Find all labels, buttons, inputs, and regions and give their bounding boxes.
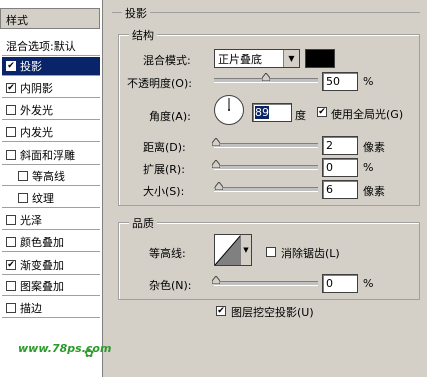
sidebar-title: 样式 [0,8,100,29]
sidebar-item-satin[interactable]: 光泽 [2,211,100,230]
opacity-slider-thumb[interactable] [262,73,270,81]
sidebar-item-label: 纹理 [32,192,54,205]
anti-alias-checkbox[interactable] [266,247,276,257]
sidebar-item-label: 图案叠加 [20,280,64,293]
opacity-input[interactable]: 50 [322,72,358,91]
outer-glow-checkbox[interactable] [6,105,16,115]
angle-unit: 度 [295,109,306,122]
distance-unit: 像素 [363,141,385,154]
sidebar-item-drop-shadow[interactable]: ✔ 投影 [2,57,100,76]
size-slider-track[interactable] [214,187,318,192]
sidebar-item-label: 描边 [20,302,42,315]
sidebar-item-inner-shadow[interactable]: ✔ 内阴影 [2,79,100,98]
sidebar-item-stroke[interactable]: 描边 [2,299,100,318]
anti-alias-label: 消除锯齿(L) [281,247,340,260]
sidebar-item-color-overlay[interactable]: 颜色叠加 [2,233,100,252]
drop-shadow-checkbox[interactable]: ✔ [6,61,16,71]
sidebar-item-label: 渐变叠加 [20,259,64,272]
distance-label: 距离(D): [143,141,186,154]
distance-slider-track[interactable] [214,143,318,148]
noise-unit: % [363,277,374,290]
distance-input[interactable]: 2 [322,136,358,155]
sidebar-item-gradient-overlay[interactable]: ✔ 渐变叠加 [2,256,100,275]
spread-slider-track[interactable] [214,165,318,170]
contour-label: 等高线: [149,247,186,260]
chevron-down-icon: ▼ [283,50,299,67]
inner-glow-checkbox[interactable] [6,127,16,137]
sidebar-item-label: 外发光 [20,104,53,117]
angle-label: 角度(A): [149,110,191,123]
sidebar-item-bevel-emboss[interactable]: 斜面和浮雕 [2,146,100,165]
knockout-checkbox[interactable]: ✔ [216,306,226,316]
distance-slider-thumb[interactable] [212,138,220,146]
blend-mode-label: 混合模式: [143,54,191,67]
noise-label: 杂色(N): [149,279,192,292]
bevel-emboss-checkbox[interactable] [6,150,16,160]
sidebar-item-label: 斜面和浮雕 [20,149,75,162]
paw-icon: ✿ [84,346,95,360]
sidebar-item-label: 等高线 [32,170,65,183]
spread-input[interactable]: 0 [322,158,358,177]
watermark-logo: www.78ps.com [18,342,112,355]
color-overlay-checkbox[interactable] [6,237,16,247]
quality-group: 品质 等高线: ▼ 消除锯齿(L) 杂色(N): 0 % [118,215,420,300]
noise-input[interactable]: 0 [322,274,358,293]
sidebar-item-outer-glow[interactable]: 外发光 [2,101,100,120]
noise-slider-track[interactable] [214,281,318,286]
texture-checkbox[interactable] [18,193,28,203]
global-light-checkbox[interactable]: ✔ [317,107,327,117]
sidebar-item-contour[interactable]: 等高线 [2,167,100,186]
opacity-unit: % [363,75,374,88]
spread-unit: % [363,161,374,174]
styles-sidebar: 样式 混合选项:默认 ✔ 投影 ✔ 内阴影 外发光 内发光 斜面和浮雕 等高线 … [0,0,111,377]
sidebar-item-label: 投影 [20,60,42,73]
pattern-overlay-checkbox[interactable] [6,281,16,291]
size-unit: 像素 [363,185,385,198]
sidebar-item-inner-glow[interactable]: 内发光 [2,123,100,142]
global-light-label: 使用全局光(G) [331,108,404,121]
angle-value: 89 [255,106,269,119]
size-input[interactable]: 6 [322,180,358,199]
sidebar-item-label: 内阴影 [20,82,53,95]
inner-shadow-checkbox[interactable]: ✔ [6,83,16,93]
size-label: 大小(S): [143,185,185,198]
opacity-label: 不透明度(O): [127,77,192,90]
blend-mode-select[interactable]: 正片叠底 ▼ [214,49,300,68]
spread-slider-thumb[interactable] [212,160,220,168]
gradient-overlay-checkbox[interactable]: ✔ [6,260,16,270]
sidebar-item-pattern-overlay[interactable]: 图案叠加 [2,277,100,296]
angle-input[interactable]: 89 [252,103,292,122]
contour-checkbox[interactable] [18,171,28,181]
sidebar-item-texture[interactable]: 纹理 [2,189,100,208]
chevron-down-icon: ▼ [240,235,251,265]
stroke-checkbox[interactable] [6,303,16,313]
sidebar-item-label: 光泽 [20,214,42,227]
quality-title: 品质 [129,215,157,231]
knockout-label: 图层挖空投影(U) [231,306,314,319]
structure-title: 结构 [129,27,157,43]
contour-picker[interactable]: ▼ [214,234,252,266]
section-title: 投影 [122,5,150,21]
size-slider-thumb[interactable] [215,182,223,190]
angle-dial[interactable] [214,95,244,125]
shadow-color-swatch[interactable] [305,49,335,68]
satin-checkbox[interactable] [6,215,16,225]
structure-group: 结构 混合模式: 正片叠底 ▼ 不透明度(O): 50 % 角度(A): 89 … [118,27,420,206]
sidebar-item-label: 颜色叠加 [20,236,64,249]
sidebar-item-label: 内发光 [20,126,53,139]
noise-slider-thumb[interactable] [212,276,220,284]
blend-mode-value: 正片叠底 [218,52,262,66]
sidebar-item-label: 混合选项:默认 [6,40,76,53]
spread-label: 扩展(R): [143,163,185,176]
sidebar-item-blending-options[interactable]: 混合选项:默认 [2,37,100,56]
